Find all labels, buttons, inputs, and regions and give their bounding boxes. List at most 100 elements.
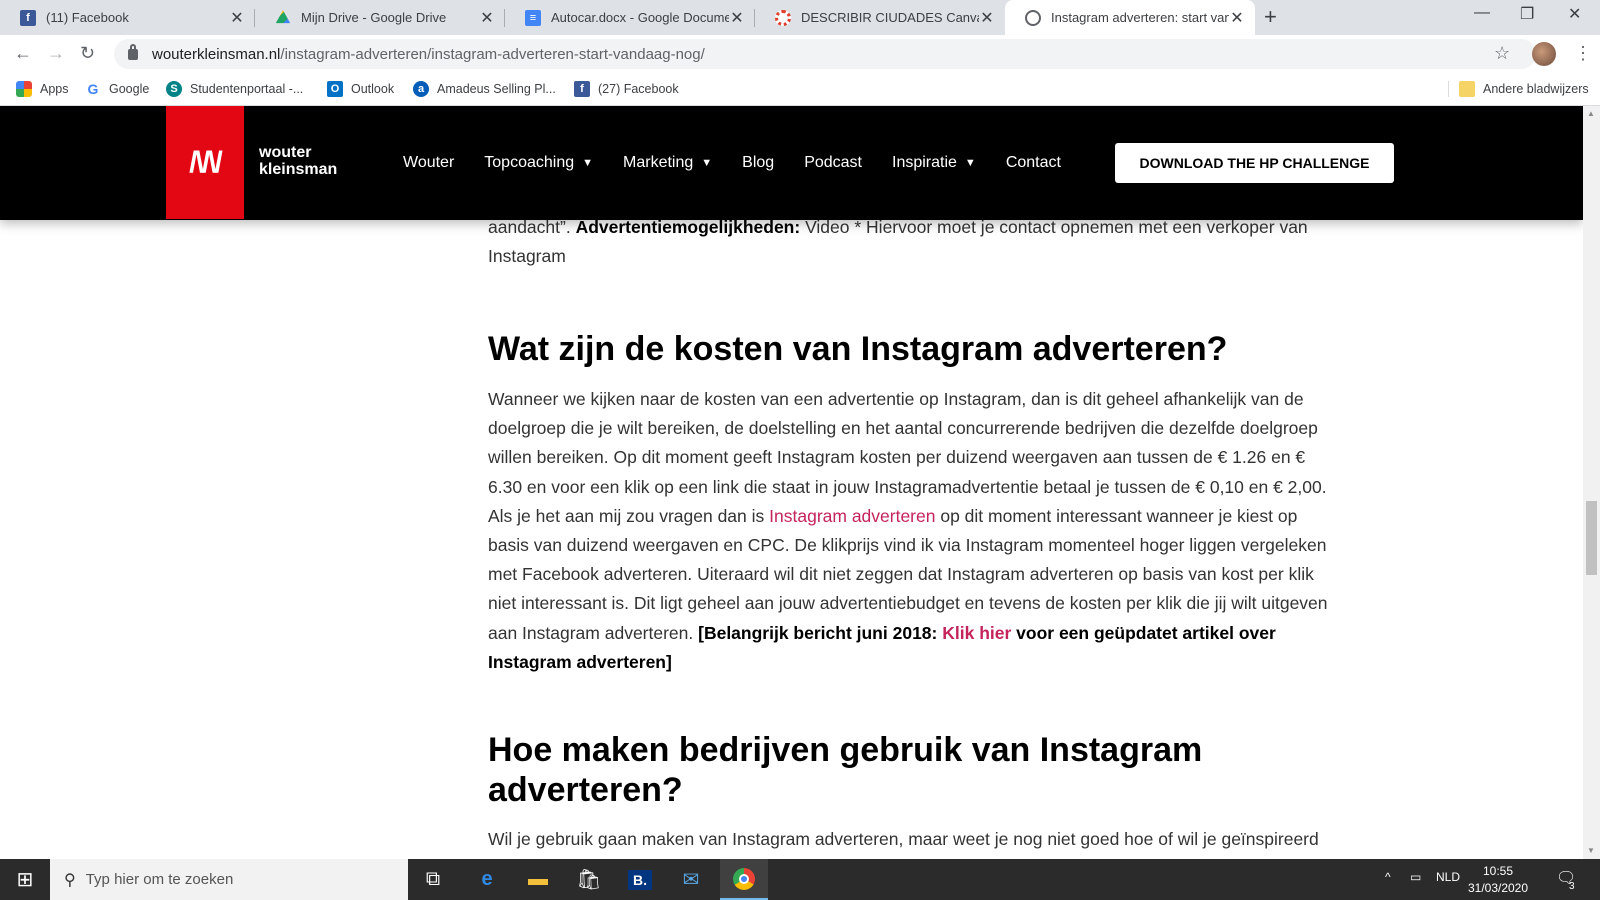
minimize-icon[interactable]: — (1474, 4, 1490, 22)
web-page: /\/\/ wouter kleinsman Wouter Topcoachin… (0, 106, 1583, 859)
nav-item-blog[interactable]: Blog (742, 154, 774, 172)
main-nav: Wouter Topcoaching ▼ Marketing ▼ Blog Podc… (403, 106, 1091, 220)
tab-title: Mijn Drive - Google Drive (301, 10, 447, 25)
search-icon: ⚲ (64, 871, 76, 889)
site-logo-icon[interactable]: /\/\/ (166, 106, 244, 219)
bookmark-google[interactable]: G Google (85, 81, 150, 97)
bookmark-amadeus[interactable]: a Amadeus Selling Pl... (413, 81, 556, 97)
bookmark-star-icon[interactable]: ☆ (1494, 43, 1510, 64)
close-icon[interactable]: ✕ (1229, 8, 1245, 28)
chrome-logo (733, 867, 755, 890)
clock-time: 10:55 (1482, 864, 1514, 878)
klik-hier-link[interactable]: Klik hier (942, 623, 1011, 643)
site-logo-text[interactable]: wouter kleinsman (259, 144, 337, 178)
tab-instagram-adverteren[interactable]: Instagram adverteren: start vand ✕ (1005, 0, 1255, 35)
reload-icon[interactable]: ↻ (80, 43, 95, 64)
nav-item-marketing[interactable]: Marketing ▼ (623, 154, 712, 172)
tab-title: Autocar.docx - Google Documen (551, 10, 729, 25)
tab-google-docs[interactable]: ≡ Autocar.docx - Google Documen ✕ (505, 0, 755, 35)
google-docs-icon: ≡ (525, 9, 541, 26)
chevron-down-icon: ▼ (582, 157, 594, 169)
tab-title: Instagram adverteren: start vand (1051, 10, 1229, 25)
battery-icon[interactable]: ▭ (1410, 870, 1421, 884)
nav-item-contact[interactable]: Contact (1006, 154, 1061, 172)
page-scrollbar[interactable]: ▲ ▼ (1583, 106, 1600, 859)
language-indicator[interactable]: NLD (1436, 870, 1460, 884)
task-view-icon[interactable]: ⧉ (409, 859, 457, 900)
nav-label: Contact (1005, 154, 1061, 171)
profile-avatar[interactable] (1532, 42, 1556, 66)
instagram-adverteren-link[interactable]: Instagram adverteren (769, 506, 935, 526)
restore-icon[interactable]: ❐ (1520, 4, 1534, 24)
close-icon[interactable]: ✕ (979, 8, 995, 28)
scroll-up-icon[interactable]: ▲ (1587, 109, 1595, 118)
folder-icon (1459, 81, 1475, 97)
logo-line1: wouter (259, 144, 312, 161)
edge-icon[interactable]: e (463, 859, 511, 900)
tab-facebook[interactable]: f (11) Facebook ✕ (0, 0, 255, 35)
nav-item-wouter[interactable]: Wouter (403, 154, 454, 172)
search-placeholder: Typ hier om te zoeken (85, 871, 234, 888)
nav-item-podcast[interactable]: Podcast (804, 154, 862, 172)
scroll-down-icon[interactable]: ▼ (1587, 846, 1595, 855)
nav-item-topcoaching[interactable]: Topcoaching ▼ (484, 154, 593, 172)
windows-start-icon[interactable]: ⊞ (0, 859, 50, 900)
bookmark-label: Andere bladwijzers (1483, 82, 1589, 96)
globe-icon (1025, 9, 1041, 26)
facebook-icon: f (20, 9, 36, 26)
more-menu-icon[interactable]: ⋮ (1574, 43, 1592, 64)
forward-icon[interactable]: → (47, 43, 65, 64)
close-icon[interactable]: ✕ (729, 8, 745, 28)
tab-canvas-pdf[interactable]: DESCRIBIR CIUDADES Canvas.pdf ✕ (755, 0, 1005, 35)
bookmark-label: Apps (40, 82, 69, 96)
site-header: /\/\/ wouter kleinsman Wouter Topcoachin… (0, 106, 1583, 220)
bookmark-facebook[interactable]: f (27) Facebook (574, 81, 679, 97)
canvas-icon (775, 9, 791, 26)
taskbar-clock[interactable]: 10:55 31/03/2020 (1458, 863, 1538, 897)
booking-icon[interactable]: B. (616, 859, 664, 900)
bookmarks-bar: Apps G Google S Studentenportaal -... O … (0, 73, 1600, 106)
bookmark-outlook[interactable]: O Outlook (327, 81, 394, 97)
lock-icon (128, 43, 138, 60)
bold-text: Advertentiemogelijkheden: (575, 217, 801, 237)
tray-chevron-up-icon[interactable]: ^ (1385, 870, 1391, 884)
bookmark-label: Studentenportaal -... (190, 82, 304, 96)
bold-text: [Belangrijk bericht juni 2018: (698, 622, 943, 643)
text: aandacht”. (488, 217, 576, 237)
address-bar[interactable]: wouterkleinsman.nl/instagram-adverteren/… (114, 39, 1536, 69)
url-path: /instagram-adverteren/instagram-adverter… (280, 45, 705, 63)
nav-label: Podcast (804, 154, 862, 171)
tab-google-drive[interactable]: Mijn Drive - Google Drive ✕ (255, 0, 505, 35)
close-icon[interactable]: ✕ (479, 8, 495, 28)
close-icon[interactable]: ✕ (229, 8, 245, 28)
mail-icon[interactable]: ✉ (667, 859, 715, 900)
section-heading: Hoe maken bedrijven gebruik van Instagra… (488, 731, 1203, 809)
google-drive-icon (275, 10, 291, 24)
back-icon[interactable]: ← (14, 43, 32, 64)
amadeus-icon: a (413, 81, 429, 97)
nav-label: Topcoaching (484, 154, 575, 171)
browser-toolbar: ← → ↻ wouterkleinsman.nl/instagram-adver… (0, 35, 1600, 73)
bookmark-label: (27) Facebook (598, 82, 679, 96)
bookmark-label: Google (109, 82, 150, 96)
booking-badge: B. (628, 869, 652, 890)
bookmark-apps[interactable]: Apps (16, 81, 69, 97)
scrollbar-thumb[interactable] (1586, 501, 1597, 575)
bookmark-studentenportaal[interactable]: S Studentenportaal -... (166, 81, 303, 97)
taskbar-search[interactable]: ⚲ Typ hier om te zoeken (50, 859, 408, 900)
window-close-icon[interactable]: ✕ (1568, 4, 1581, 24)
chrome-icon[interactable] (720, 859, 768, 900)
section-heading: Wat zijn de kosten van Instagram adverte… (488, 330, 1228, 368)
tab-title: DESCRIBIR CIUDADES Canvas.pdf (801, 10, 979, 25)
notifications-count: 3 (1569, 881, 1575, 892)
studentenportaal-icon: S (166, 81, 182, 97)
bookmark-other-folder[interactable]: Andere bladwijzers (1448, 81, 1589, 97)
new-tab-button[interactable]: + (1264, 4, 1277, 30)
browser-tab-bar: f (11) Facebook ✕ Mijn Drive - Google Dr… (0, 0, 1600, 35)
download-challenge-button[interactable]: DOWNLOAD THE HP CHALLENGE (1115, 143, 1394, 183)
nav-item-inspiratie[interactable]: Inspiratie ▼ (892, 154, 976, 172)
file-explorer-icon[interactable]: ▬ (514, 859, 562, 900)
clock-date: 31/03/2020 (1467, 881, 1529, 895)
store-icon[interactable]: 🛍 (565, 859, 613, 900)
bookmark-label: Amadeus Selling Pl... (437, 82, 556, 96)
